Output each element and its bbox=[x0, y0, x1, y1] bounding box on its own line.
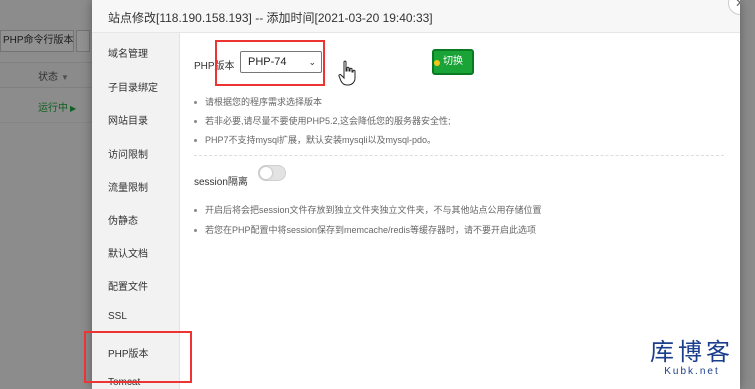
session-isolation-label: session隔离 bbox=[194, 177, 248, 188]
modal-header: 站点修改[118.190.158.193] -- 添加时间[2021-03-20… bbox=[92, 0, 740, 33]
modal-title: 站点修改[118.190.158.193] -- 添加时间[2021-03-20… bbox=[108, 11, 433, 25]
php-hint-text-1: 请根据您的程序需求选择版本 bbox=[205, 97, 323, 107]
php-hint-3: PHP7不支持mysql扩展，默认安装mysqli以及mysql-pdo。 bbox=[194, 133, 436, 146]
watermark-text: 库博客 bbox=[650, 338, 734, 366]
sidebar-item-site-dir[interactable]: 网站目录 bbox=[108, 112, 148, 127]
sidebar-item-ssl[interactable]: SSL bbox=[108, 311, 127, 322]
sidebar-item-traffic-limit[interactable]: 流量限制 bbox=[108, 179, 148, 194]
sidebar-item-default-doc[interactable]: 默认文档 bbox=[108, 245, 148, 260]
php-version-panel: PHP版本 PHP-74 ⌄ 切换 请根据您的程序需求选择版本 若非必要,请尽量… bbox=[180, 33, 740, 389]
session-hint-text-2: 若您在PHP配置中将session保存到memcache/redis等缓存器时，… bbox=[205, 225, 537, 235]
php-hint-text-2: 若非必要,请尽量不要使用PHP5.2,这会降低您的服务器安全性; bbox=[205, 116, 451, 126]
session-isolation-toggle[interactable] bbox=[258, 165, 286, 181]
session-hint-text-1: 开启后将会把session文件存放到独立文件夹独立文件夹，不与其他站点公用存储位… bbox=[205, 205, 542, 215]
php-hint-2: 若非必要,请尽量不要使用PHP5.2,这会降低您的服务器安全性; bbox=[194, 114, 451, 127]
sidebar-item-domain[interactable]: 域名管理 bbox=[108, 45, 148, 60]
sidebar-item-access-limit[interactable]: 访问限制 bbox=[108, 146, 148, 161]
click-indicator-icon bbox=[434, 60, 440, 66]
watermark-url: Kubk.net bbox=[664, 366, 720, 377]
bullet-icon bbox=[194, 101, 197, 105]
bullet-icon bbox=[194, 229, 197, 233]
highlight-php-select bbox=[215, 40, 325, 86]
hand-cursor-icon bbox=[338, 60, 356, 86]
sidebar-item-config-file[interactable]: 配置文件 bbox=[108, 278, 148, 293]
bullet-icon bbox=[194, 120, 197, 124]
section-divider bbox=[194, 155, 724, 156]
toggle-knob bbox=[260, 167, 272, 179]
highlight-php-version-tab bbox=[84, 331, 192, 383]
watermark-logo: 库博客 Kubk.net bbox=[650, 338, 734, 377]
php-hint-text-3: PHP7不支持mysql扩展，默认安装mysqli以及mysql-pdo。 bbox=[205, 135, 437, 145]
sidebar-item-subdir[interactable]: 子目录绑定 bbox=[108, 79, 158, 94]
sidebar-item-rewrite[interactable]: 伪静态 bbox=[108, 212, 138, 227]
session-hint-1: 开启后将会把session文件存放到独立文件夹独立文件夹，不与其他站点公用存储位… bbox=[194, 203, 542, 216]
session-hint-2: 若您在PHP配置中将session保存到memcache/redis等缓存器时，… bbox=[194, 223, 536, 236]
bullet-icon bbox=[194, 139, 197, 143]
bullet-icon bbox=[194, 209, 197, 213]
php-hint-1: 请根据您的程序需求选择版本 bbox=[194, 95, 322, 108]
